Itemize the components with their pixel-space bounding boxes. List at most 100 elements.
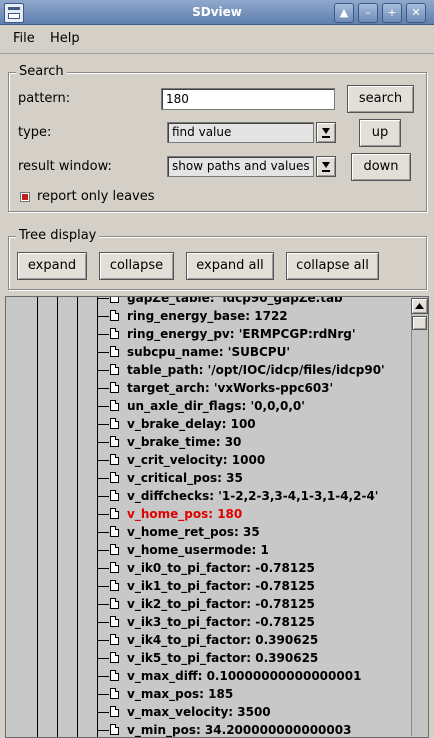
document-icon (110, 436, 119, 447)
tree-guide-line (97, 297, 98, 737)
result-window-select[interactable]: show paths and values (167, 156, 314, 177)
tree-connector (97, 676, 109, 677)
menu-file[interactable]: File (13, 31, 35, 46)
tree-row-label: v_critical_pos: 35 (127, 471, 243, 485)
document-icon (110, 472, 119, 483)
tree-row-label: gapZe_table: 'idcp90_gapZe.tab' (127, 296, 347, 305)
close-icon[interactable]: ✕ (406, 3, 426, 23)
tree-row-label: v_home_pos: 180 (127, 507, 243, 521)
scroll-up-arrow-icon (415, 303, 424, 309)
tree-row-label: v_max_velocity: 3500 (127, 705, 271, 719)
tree-connector (97, 604, 109, 605)
document-icon (110, 598, 119, 609)
collapse-all-button[interactable]: collapse all (286, 252, 379, 280)
tree-connector (97, 442, 109, 443)
scroll-up-button[interactable] (411, 298, 428, 314)
tree-row-label: v_home_ret_pos: 35 (127, 525, 260, 539)
tree-row-label: v_brake_delay: 100 (127, 417, 256, 431)
document-icon (110, 652, 119, 663)
tree-row-label: v_ik1_to_pi_factor: -0.78125 (127, 579, 315, 593)
tree-row-label: v_home_usermode: 1 (127, 543, 269, 557)
tree-connector (97, 514, 109, 515)
tree-row-label: v_ik2_to_pi_factor: -0.78125 (127, 597, 315, 611)
tree-connector (97, 640, 109, 641)
up-button[interactable]: up (359, 119, 401, 147)
document-icon (110, 526, 119, 537)
shade-icon[interactable]: ▲ (334, 3, 354, 23)
tree-connector (97, 496, 109, 497)
tree-guide-line (57, 297, 58, 737)
down-button[interactable]: down (351, 153, 411, 181)
report-leaves-checkbox[interactable] (20, 192, 30, 202)
pattern-input[interactable]: 180 (161, 88, 335, 110)
tree-row-label: v_brake_time: 30 (127, 435, 242, 449)
tree-connector (97, 424, 109, 425)
tree-guide-line (37, 297, 38, 737)
tree-row-label: un_axle_dir_flags: '0,0,0,0' (127, 399, 305, 413)
tree-row-label: v_ik0_to_pi_factor: -0.78125 (127, 561, 315, 575)
document-icon (110, 580, 119, 591)
tree-row-label: v_ik3_to_pi_factor: -0.78125 (127, 615, 315, 629)
type-dropdown-button[interactable] (316, 122, 336, 143)
search-group-label: Search (16, 64, 67, 79)
tree-connector (97, 334, 109, 335)
tree-connector (97, 730, 109, 731)
report-leaves-label: report only leaves (37, 189, 155, 204)
tree-row-label: v_diffchecks: '1-2,2-3,3-4,1-3,1-4,2-4' (127, 489, 379, 503)
type-select[interactable]: find value (167, 122, 314, 143)
dropdown-arrow-icon (322, 162, 330, 172)
document-icon (110, 382, 119, 393)
document-icon (110, 508, 119, 519)
result-window-label: result window: (18, 159, 112, 174)
dropdown-arrow-icon (322, 128, 330, 138)
tree-row-label: target_arch: 'vxWorks-ppc603' (127, 381, 334, 395)
tree-connector (97, 316, 109, 317)
tree-connector (97, 406, 109, 407)
tree-scrollbar[interactable] (411, 298, 428, 736)
document-icon (110, 706, 119, 717)
document-icon (110, 454, 119, 465)
scroll-thumb[interactable] (412, 316, 427, 330)
tree-connector (97, 478, 109, 479)
tree-connector (97, 694, 109, 695)
expand-button[interactable]: expand (17, 252, 87, 280)
document-icon (110, 346, 119, 357)
tree-row-label: v_ik4_to_pi_factor: 0.390625 (127, 633, 319, 647)
tree-view[interactable]: gapZe_table: 'idcp90_gapZe.tab' ring_ener… (5, 296, 429, 738)
document-icon (110, 688, 119, 699)
tree-connector (97, 586, 109, 587)
tree-connector (97, 712, 109, 713)
tree-connector (97, 532, 109, 533)
tree-connector (97, 622, 109, 623)
result-window-dropdown-button[interactable] (316, 156, 336, 177)
document-icon (110, 418, 119, 429)
type-label: type: (18, 125, 52, 140)
expand-all-button[interactable]: expand all (186, 252, 274, 280)
tree-connector (97, 388, 109, 389)
menu-help[interactable]: Help (50, 31, 80, 46)
tree-row-label: v_crit_velocity: 1000 (127, 453, 266, 467)
tree-row-label: v_ik5_to_pi_factor: 0.390625 (127, 651, 319, 665)
tree-connector (97, 550, 109, 551)
tree-row-label: ring_energy_base: 1722 (127, 309, 288, 323)
document-icon (110, 544, 119, 555)
tree-display-group-label: Tree display (16, 228, 100, 243)
tree-connector (97, 568, 109, 569)
tree-row-label: v_min_pos: 34.200000000000003 (127, 723, 352, 737)
tree-connector (97, 460, 109, 461)
pattern-label: pattern: (18, 91, 71, 106)
document-icon (110, 670, 119, 681)
document-icon (110, 400, 119, 411)
minimize-icon[interactable]: – (358, 3, 378, 23)
document-icon (110, 490, 119, 501)
document-icon (110, 616, 119, 627)
search-button[interactable]: search (347, 85, 414, 113)
collapse-button[interactable]: collapse (99, 252, 174, 280)
tree-row-label: table_path: '/opt/IOC/idcp/files/idcp90' (127, 363, 385, 377)
tree-guide-line (77, 297, 78, 737)
checkbox-mark-icon (22, 194, 28, 200)
document-icon (110, 634, 119, 645)
tree-connector (97, 370, 109, 371)
tree-row-label: v_max_pos: 185 (127, 687, 234, 701)
maximize-icon[interactable]: + (382, 3, 402, 23)
